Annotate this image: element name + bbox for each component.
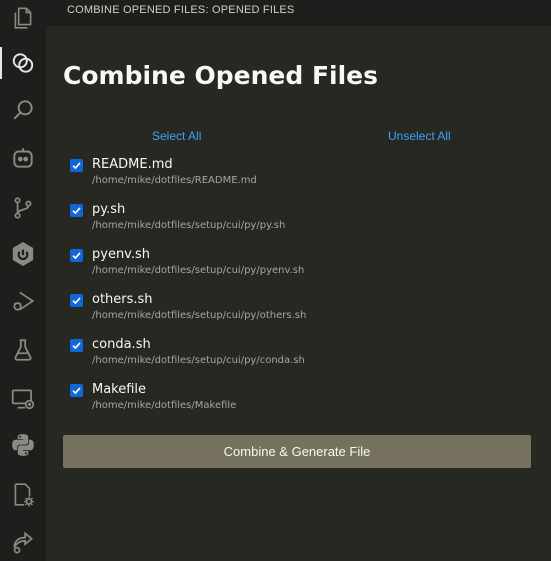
- check-icon: [72, 252, 81, 260]
- testing-icon: [14, 339, 32, 361]
- file-list: README.md /home/mike/dotfiles/README.md …: [70, 157, 530, 427]
- file-checkbox[interactable]: [70, 294, 83, 307]
- app-window: COMBINE OPENED FILES: OPENED FILES Combi…: [0, 0, 551, 561]
- spring-boot-icon: [12, 242, 34, 266]
- unselect-all-link[interactable]: Unselect All: [388, 129, 451, 143]
- check-icon: [72, 342, 81, 350]
- copilot-button[interactable]: [0, 140, 46, 176]
- check-icon: [72, 387, 81, 395]
- files-icon: [14, 7, 32, 29]
- source-control-button[interactable]: [0, 190, 46, 226]
- main-panel: Combine Opened Files Select All Unselect…: [46, 26, 551, 561]
- file-path: /home/mike/dotfiles/setup/cui/py/others.…: [92, 310, 307, 321]
- file-name: README.md: [92, 157, 173, 172]
- remote-explorer-button[interactable]: [0, 381, 46, 417]
- file-checkbox[interactable]: [70, 249, 83, 262]
- python-button[interactable]: [0, 427, 46, 463]
- file-item: README.md /home/mike/dotfiles/README.md: [70, 157, 530, 202]
- share-icon: [13, 531, 34, 554]
- file-path: /home/mike/dotfiles/setup/cui/py/py.sh: [92, 220, 286, 231]
- combine-files-button[interactable]: [0, 45, 46, 81]
- page-title: Combine Opened Files: [63, 61, 379, 90]
- file-name: pyenv.sh: [92, 247, 151, 262]
- run-debug-button[interactable]: [0, 283, 46, 319]
- explorer-button[interactable]: [0, 0, 46, 36]
- spring-boot-button[interactable]: [0, 236, 46, 272]
- file-item: others.sh /home/mike/dotfiles/setup/cui/…: [70, 292, 530, 337]
- file-path: /home/mike/dotfiles/setup/cui/py/pyenv.s…: [92, 265, 305, 276]
- check-icon: [72, 297, 81, 305]
- testing-button[interactable]: [0, 332, 46, 368]
- python-icon: [12, 434, 34, 456]
- file-checkbox[interactable]: [70, 204, 83, 217]
- file-checkbox[interactable]: [70, 384, 83, 397]
- file-item: conda.sh /home/mike/dotfiles/setup/cui/p…: [70, 337, 530, 382]
- file-item: pyenv.sh /home/mike/dotfiles/setup/cui/p…: [70, 247, 530, 292]
- file-path: /home/mike/dotfiles/README.md: [92, 175, 257, 186]
- file-settings-icon: [14, 483, 34, 507]
- file-name: conda.sh: [92, 337, 151, 352]
- file-checkbox[interactable]: [70, 339, 83, 352]
- combine-files-icon: [12, 53, 34, 73]
- run-debug-icon: [13, 291, 35, 311]
- file-item: py.sh /home/mike/dotfiles/setup/cui/py/p…: [70, 202, 530, 247]
- remote-explorer-icon: [11, 389, 35, 410]
- file-name: Makefile: [92, 382, 147, 397]
- check-icon: [72, 207, 81, 215]
- panel-header: COMBINE OPENED FILES: OPENED FILES: [46, 0, 551, 26]
- check-icon: [72, 162, 81, 170]
- file-settings-button[interactable]: [0, 477, 46, 513]
- search-button[interactable]: [0, 92, 46, 128]
- search-icon: [13, 100, 33, 120]
- source-control-icon: [14, 197, 32, 219]
- file-checkbox[interactable]: [70, 159, 83, 172]
- file-path: /home/mike/dotfiles/setup/cui/py/conda.s…: [92, 355, 305, 366]
- activity-bar: [0, 0, 46, 561]
- file-name: py.sh: [92, 202, 126, 217]
- file-name: others.sh: [92, 292, 153, 307]
- combine-generate-button[interactable]: Combine & Generate File: [63, 435, 531, 468]
- file-path: /home/mike/dotfiles/Makefile: [92, 400, 237, 411]
- share-button[interactable]: [0, 524, 46, 560]
- file-item: Makefile /home/mike/dotfiles/Makefile: [70, 382, 530, 427]
- select-all-link[interactable]: Select All: [152, 129, 201, 143]
- copilot-icon: [13, 148, 33, 168]
